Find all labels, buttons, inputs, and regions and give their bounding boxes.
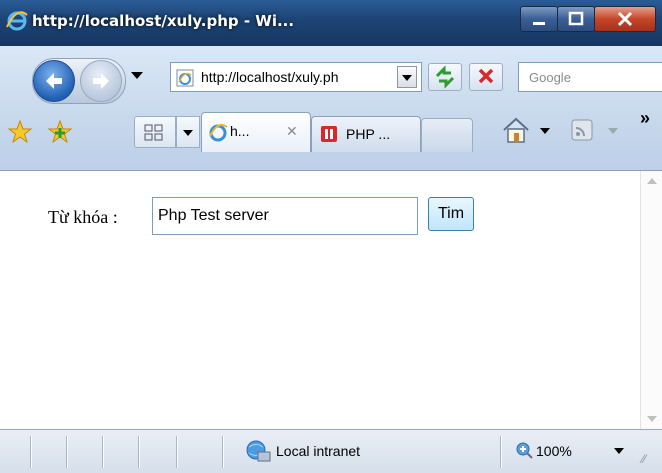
- back-arrow-icon: [46, 73, 62, 89]
- refresh-button[interactable]: [428, 63, 462, 91]
- quick-tabs-icon: [144, 124, 163, 141]
- favorites-star-icon[interactable]: [8, 120, 32, 144]
- scroll-up-icon[interactable]: [647, 177, 657, 185]
- tab-close-icon[interactable]: ✕: [286, 123, 298, 140]
- tab-label: h...: [230, 123, 250, 139]
- page-icon: [176, 69, 194, 87]
- window-title: http://localhost/xuly.php - Wi...: [32, 12, 295, 30]
- add-favorites-icon[interactable]: [48, 120, 72, 144]
- stop-button[interactable]: [469, 63, 503, 91]
- feeds-icon[interactable]: [568, 116, 596, 144]
- home-icon[interactable]: [500, 116, 532, 144]
- minimize-button[interactable]: [520, 6, 558, 32]
- tab-active[interactable]: h... ✕: [201, 112, 311, 152]
- search-input[interactable]: Google: [518, 62, 662, 92]
- maximize-button[interactable]: [557, 6, 595, 32]
- chevron-down-icon: [183, 130, 193, 136]
- home-dropdown-icon[interactable]: [540, 128, 550, 134]
- php-tab-icon: [321, 126, 337, 142]
- security-zone-label[interactable]: Local intranet: [276, 443, 360, 459]
- intranet-zone-icon: [246, 440, 271, 462]
- zoom-icon[interactable]: [515, 441, 533, 459]
- chevron-down-icon: [402, 75, 412, 81]
- address-input[interactable]: http://localhost/xuly.ph: [201, 69, 385, 85]
- vertical-scrollbar[interactable]: [640, 171, 662, 429]
- minimize-icon: [533, 22, 545, 25]
- keyword-label: Từ khóa :: [48, 207, 118, 227]
- new-tab-button[interactable]: [421, 118, 473, 152]
- resize-grip[interactable]: ⁄⁄: [642, 452, 646, 466]
- tab-label: PHP ...: [346, 126, 391, 142]
- ie-logo-icon: [6, 11, 28, 31]
- forward-arrow-icon: [93, 73, 109, 89]
- zoom-level[interactable]: 100%: [536, 443, 572, 459]
- quick-tabs-button[interactable]: [134, 116, 176, 148]
- forward-button[interactable]: [80, 60, 122, 102]
- more-tools-chevron[interactable]: »: [640, 108, 650, 129]
- close-window-button[interactable]: [594, 6, 656, 32]
- stop-icon: [478, 68, 494, 84]
- maximize-icon: [568, 11, 584, 26]
- close-icon: [617, 11, 633, 27]
- search-placeholder: Google: [529, 70, 571, 85]
- feeds-dropdown-icon[interactable]: [608, 128, 618, 134]
- address-dropdown[interactable]: [397, 66, 417, 88]
- search-button[interactable]: Tim: [428, 197, 474, 231]
- scroll-down-icon[interactable]: [647, 415, 657, 423]
- tab-php[interactable]: PHP ...: [311, 116, 421, 152]
- refresh-icon: [435, 65, 455, 89]
- zoom-dropdown-icon[interactable]: [614, 448, 624, 454]
- tab-list-dropdown[interactable]: [176, 116, 200, 148]
- history-dropdown-icon[interactable]: [131, 72, 143, 80]
- keyword-input[interactable]: [152, 197, 418, 235]
- address-bar[interactable]: http://localhost/xuly.ph: [170, 62, 422, 92]
- title-bar[interactable]: http://localhost/xuly.php - Wi...: [0, 0, 662, 46]
- ie-page-icon: [209, 123, 228, 142]
- back-button[interactable]: [33, 60, 75, 102]
